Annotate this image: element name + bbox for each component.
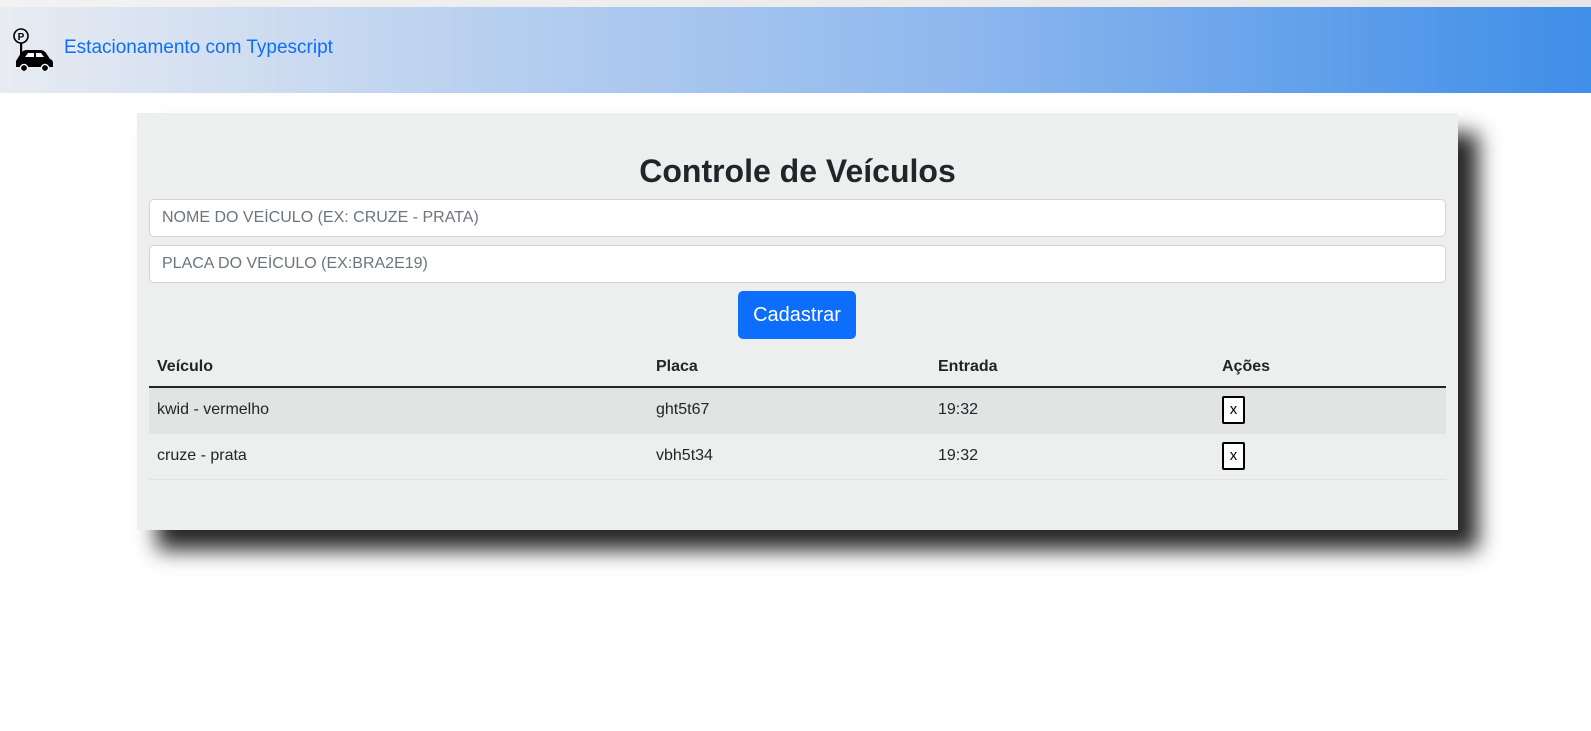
table-header-row: Veículo Placa Entrada Ações (149, 347, 1446, 388)
header-veiculo: Veículo (149, 347, 648, 388)
vehicle-control-card: Controle de Veículos Cadastrar Veículo P… (137, 113, 1458, 530)
delete-vehicle-button[interactable]: x (1222, 442, 1245, 470)
cell-placa: vbh5t34 (648, 433, 930, 480)
table-row: cruze - prata vbh5t34 19:32 x (149, 433, 1446, 480)
parking-car-icon[interactable]: P (12, 27, 56, 73)
brand-link[interactable]: Estacionamento com Typescript (64, 37, 333, 59)
cell-entrada: 19:32 (930, 433, 1214, 480)
cell-veiculo: kwid - vermelho (149, 387, 648, 434)
header-entrada: Entrada (930, 347, 1214, 388)
delete-vehicle-button[interactable]: x (1222, 396, 1245, 425)
header-acoes: Ações (1214, 347, 1446, 388)
vehicle-plate-input[interactable] (149, 245, 1446, 283)
cell-acoes: x (1214, 433, 1446, 480)
vehicle-name-input[interactable] (149, 199, 1446, 237)
cell-acoes: x (1214, 387, 1446, 434)
cell-placa: ght5t67 (648, 387, 930, 434)
navbar: P Estacionamento com Typescript (0, 7, 1591, 93)
register-button[interactable]: Cadastrar (738, 291, 856, 339)
vehicles-table: Veículo Placa Entrada Ações kwid - verme… (149, 347, 1446, 480)
svg-text:P: P (18, 32, 25, 43)
page-title: Controle de Veículos (639, 153, 956, 189)
cell-veiculo: cruze - prata (149, 433, 648, 480)
browser-top-strip (0, 0, 1591, 7)
cell-entrada: 19:32 (930, 387, 1214, 434)
header-placa: Placa (648, 347, 930, 388)
table-row: kwid - vermelho ght5t67 19:32 x (149, 387, 1446, 434)
